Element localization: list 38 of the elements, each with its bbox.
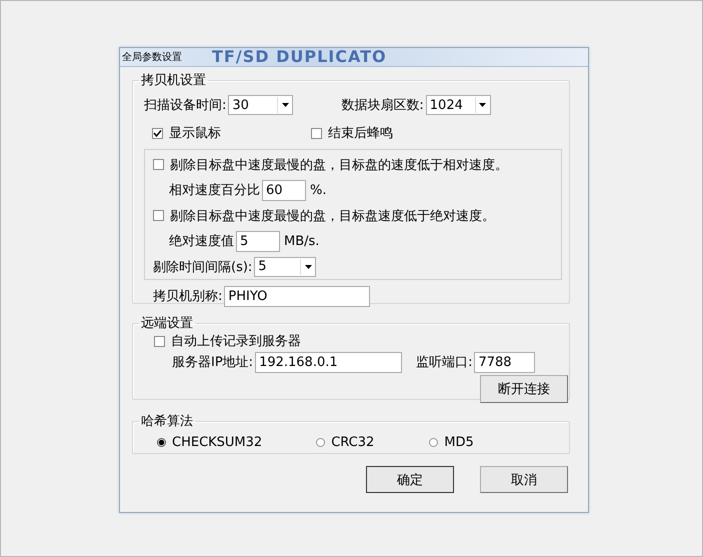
checkbox[interactable]: 结束后蜂鸣 bbox=[311, 124, 393, 142]
dialog-button[interactable]: 确定 bbox=[366, 466, 454, 493]
checkbox[interactable]: 剔除目标盘中速度最慢的盘，目标盘速度低于绝对速度。 bbox=[153, 206, 495, 225]
radio-button[interactable]: CHECKSUM32 bbox=[157, 434, 262, 450]
unit-label: MB/s. bbox=[284, 234, 320, 249]
field-label: 监听端口: bbox=[416, 354, 472, 371]
group-title: 哈希算法 bbox=[140, 413, 194, 430]
caret-icon bbox=[304, 264, 312, 269]
radio-button[interactable]: MD5 bbox=[429, 434, 474, 450]
input-field[interactable]: 192.168.0.1 bbox=[255, 352, 402, 372]
input-field[interactable]: PHIYO bbox=[224, 286, 370, 306]
dropdown[interactable]: 1024 bbox=[426, 95, 491, 115]
window-title: 全局参数设置 bbox=[121, 50, 183, 64]
caret-icon bbox=[282, 103, 289, 107]
dropdown[interactable]: 30 bbox=[228, 95, 294, 115]
field-label: 相对速度百分比 bbox=[169, 182, 260, 200]
input-field[interactable]: 5 bbox=[236, 230, 280, 252]
field-label: 绝对速度值 bbox=[169, 233, 234, 250]
caret-icon bbox=[479, 103, 486, 107]
group-title: 远端设置 bbox=[140, 315, 194, 332]
input-field[interactable]: 7788 bbox=[474, 352, 536, 372]
unit-label: %. bbox=[310, 182, 326, 198]
radio-button[interactable]: CRC32 bbox=[316, 434, 374, 450]
field-label: 剔除时间间隔(s): bbox=[153, 258, 252, 276]
input-field[interactable]: 60 bbox=[262, 180, 306, 201]
banner-text: TF/SD DUPLICATO bbox=[212, 48, 387, 66]
checkbox[interactable]: 自动上传记录到服务器 bbox=[154, 332, 301, 350]
check-icon bbox=[153, 128, 162, 138]
disconnect-button[interactable]: 断开连接 bbox=[480, 375, 568, 403]
checkbox[interactable]: 显示鼠标 bbox=[152, 124, 221, 142]
dialog-button[interactable]: 取消 bbox=[480, 466, 568, 493]
field-label: 服务器IP地址: bbox=[172, 354, 254, 371]
checkbox[interactable]: 剔除目标盘中速度最慢的盘，目标盘的速度低于相对速度。 bbox=[153, 156, 508, 174]
group-title: 拷贝机设置 bbox=[140, 72, 207, 89]
field-label: 数据块扇区数: bbox=[341, 97, 424, 114]
dropdown[interactable]: 5 bbox=[254, 256, 316, 277]
field-label: 拷贝机别称: bbox=[153, 288, 222, 305]
field-label: 扫描设备时间: bbox=[144, 97, 226, 114]
